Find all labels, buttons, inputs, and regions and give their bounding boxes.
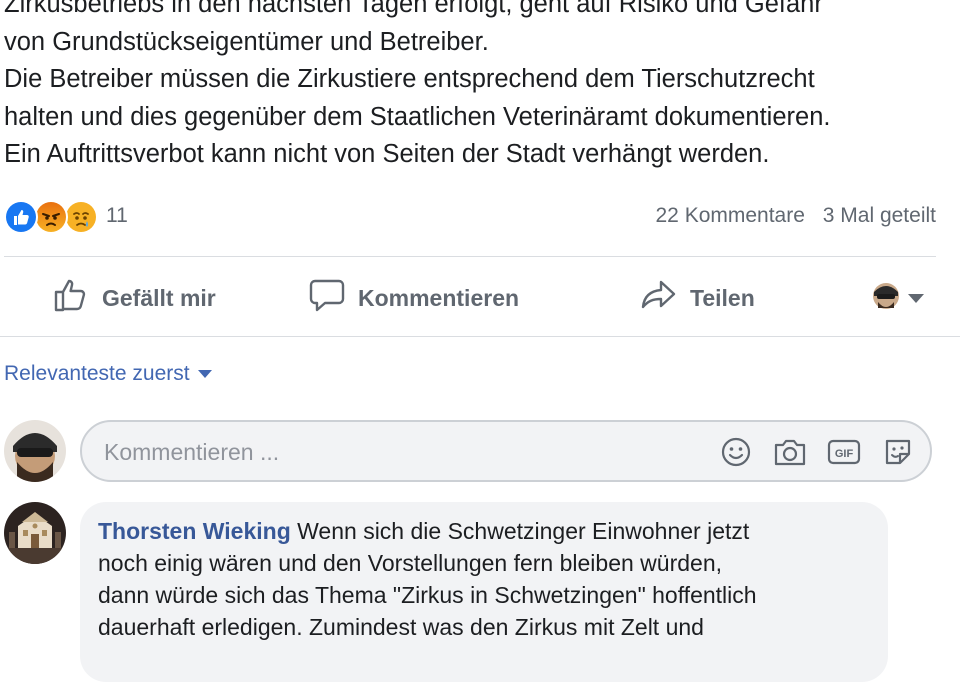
comment-sort-dropdown[interactable]: Relevanteste zuerst [4, 362, 212, 386]
comment-body: Thorsten Wieking Wenn sich die Schwetzin… [98, 515, 888, 643]
comment-text-line: noch einig wären und den Vorstellungen f… [98, 550, 722, 576]
divider [4, 256, 936, 257]
comment-composer: GIF [80, 420, 932, 482]
post-text-line: von Grundstückseigentümer und Betreiber. [4, 27, 489, 56]
comment-text-line: dann würde sich das Thema "Zirkus in Sch… [98, 582, 757, 608]
share-button-label: Teilen [690, 284, 755, 311]
post-actions: Gefällt mir Kommentieren Teilen [4, 262, 936, 332]
comment-author-link[interactable]: Thorsten Wieking [98, 518, 291, 544]
camera-icon[interactable] [772, 435, 808, 469]
like-button[interactable]: Gefällt mir [52, 276, 216, 320]
chevron-down-icon [197, 370, 212, 378]
like-button-label: Gefällt mir [102, 284, 216, 311]
divider [0, 336, 960, 337]
avatar [872, 280, 900, 317]
share-button[interactable]: Teilen [640, 276, 755, 320]
avatar[interactable] [4, 420, 66, 482]
post-text: Zirkusbetriebs in den nächsten Tagen erf… [4, 0, 954, 174]
comment-button[interactable]: Kommentieren [308, 276, 519, 320]
emoji-icon[interactable] [718, 435, 754, 469]
reaction-count[interactable]: 11 [106, 204, 128, 228]
svg-text:GIF: GIF [835, 448, 854, 460]
post-text-line: Ein Auftrittsverbot kann nicht von Seite… [4, 140, 770, 168]
composer-tools: GIF [700, 435, 916, 469]
chevron-down-icon [908, 294, 924, 303]
sticker-icon[interactable] [880, 435, 916, 469]
comment-text-line: Wenn sich die Schwetzinger Einwohner jet… [297, 518, 750, 544]
comments-count-link[interactable]: 22 Kommentare [656, 204, 805, 227]
reactions-summary: 11 22 Kommentare 3 Mal geteilt [4, 198, 936, 234]
thumbs-up-icon [52, 276, 102, 320]
avatar[interactable] [4, 502, 66, 564]
angry-icon [34, 200, 68, 234]
speech-bubble-icon [308, 276, 358, 320]
comment-sort-label: Relevanteste zuerst [4, 362, 190, 385]
comment-input[interactable] [102, 422, 666, 482]
like-icon [4, 200, 38, 234]
comment-first-line: Thorsten Wieking Wenn sich die Schwetzin… [98, 515, 888, 547]
reaction-icons[interactable] [4, 200, 104, 234]
post-text-line: Zirkusbetriebs in den nächsten Tagen erf… [4, 0, 823, 18]
gif-icon[interactable]: GIF [826, 435, 862, 469]
comment-text-line: dauerhaft erledigen. Zumindest was den Z… [98, 614, 704, 640]
post-text-line: halten und dies gegenüber dem Staatliche… [4, 102, 831, 131]
share-arrow-icon [640, 276, 690, 320]
comment-button-label: Kommentieren [358, 284, 520, 311]
actor-selector[interactable] [872, 280, 924, 317]
shares-count-link[interactable]: 3 Mal geteilt [823, 204, 936, 227]
engagement-stats: 22 Kommentare 3 Mal geteilt [644, 204, 937, 228]
sad-icon [64, 200, 98, 234]
post-text-line: Die Betreiber müssen die Zirkustiere ent… [4, 65, 815, 93]
